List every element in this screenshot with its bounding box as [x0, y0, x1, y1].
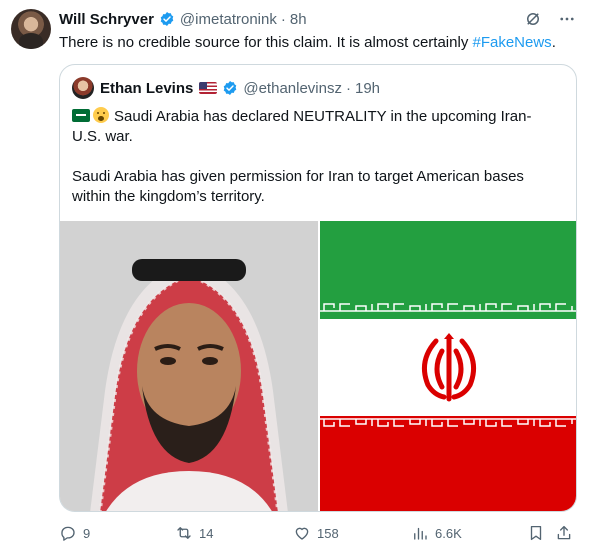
quote-line-2: U.S. war. [72, 128, 133, 145]
author-name[interactable]: Will Schryver [59, 11, 154, 28]
views-icon [414, 527, 427, 540]
like-button[interactable]: 158 [293, 521, 339, 545]
saudi-flag-icon [72, 109, 90, 122]
top-actions [523, 9, 577, 29]
reply-button[interactable]: 9 [59, 521, 90, 545]
repost-count: 14 [199, 525, 214, 541]
quote-line-1-text: Saudi Arabia has declared NEUTRALITY in … [114, 108, 532, 125]
quote-author-handle[interactable]: @ethanlevinsz [243, 80, 342, 97]
like-icon [295, 527, 309, 540]
reply-count: 9 [83, 525, 91, 541]
tweet-header: Will Schryver @imetatronink · 8h [59, 9, 307, 29]
reply-icon [61, 526, 75, 541]
quote-line-4: within the kingdom’s territory. [72, 188, 265, 205]
share-icon [557, 525, 571, 540]
tweet[interactable]: Will Schryver @imetatronink · 8h There i… [0, 0, 595, 555]
views-count: 6.6K [435, 525, 462, 541]
verified-badge-icon [160, 12, 174, 26]
astonished-emoji-icon [93, 107, 109, 123]
kufic-pattern-bottom [320, 418, 576, 427]
quote-author-name[interactable]: Ethan Levins [100, 80, 193, 97]
timestamp[interactable]: 8h [290, 11, 307, 28]
repost-button[interactable]: 14 [175, 521, 213, 545]
more-icon[interactable] [557, 9, 577, 29]
separator-dot: · [280, 10, 286, 28]
repost-icon [177, 527, 191, 539]
portrait-photo[interactable] [60, 221, 318, 511]
hashtag-link[interactable]: #FakeNews [472, 34, 551, 51]
verified-badge-icon [224, 81, 237, 95]
tweet-text-body: There is no credible source for this cla… [59, 34, 473, 51]
quote-header: Ethan Levins @ethanlevinsz · 19h [100, 77, 380, 99]
quoted-tweet[interactable]: Ethan Levins @ethanlevinsz · 19h Saudi A… [59, 64, 577, 512]
iran-emblem-icon [421, 333, 477, 402]
quote-avatar[interactable] [72, 77, 94, 99]
quote-timestamp[interactable]: 19h [355, 80, 380, 97]
kufic-pattern-top [320, 303, 576, 312]
share-button[interactable] [555, 521, 573, 545]
flag-red-band [320, 416, 576, 511]
quote-text: Saudi Arabia has declared NEUTRALITY in … [72, 107, 542, 207]
tweet-text: There is no credible source for this cla… [59, 33, 556, 53]
quote-line-1: Saudi Arabia has declared NEUTRALITY in … [72, 107, 542, 127]
portrait-illustration [60, 221, 318, 511]
us-flag-icon [199, 82, 218, 94]
bookmark-icon [530, 525, 542, 541]
bookmark-button[interactable] [527, 521, 545, 545]
author-handle[interactable]: @imetatronink [180, 11, 277, 28]
iran-flag-image[interactable] [320, 221, 576, 511]
tweet-text-end: . [551, 34, 556, 51]
action-bar: 9 14 158 6.6K [59, 521, 589, 545]
grok-icon[interactable] [523, 9, 543, 29]
like-count: 158 [317, 525, 339, 541]
avatar[interactable] [11, 9, 51, 49]
quote-media [60, 221, 576, 511]
separator-dot: · [345, 79, 351, 97]
quote-line-3: Saudi Arabia has given permission for Ir… [72, 168, 524, 185]
views-button[interactable]: 6.6K [411, 521, 462, 545]
